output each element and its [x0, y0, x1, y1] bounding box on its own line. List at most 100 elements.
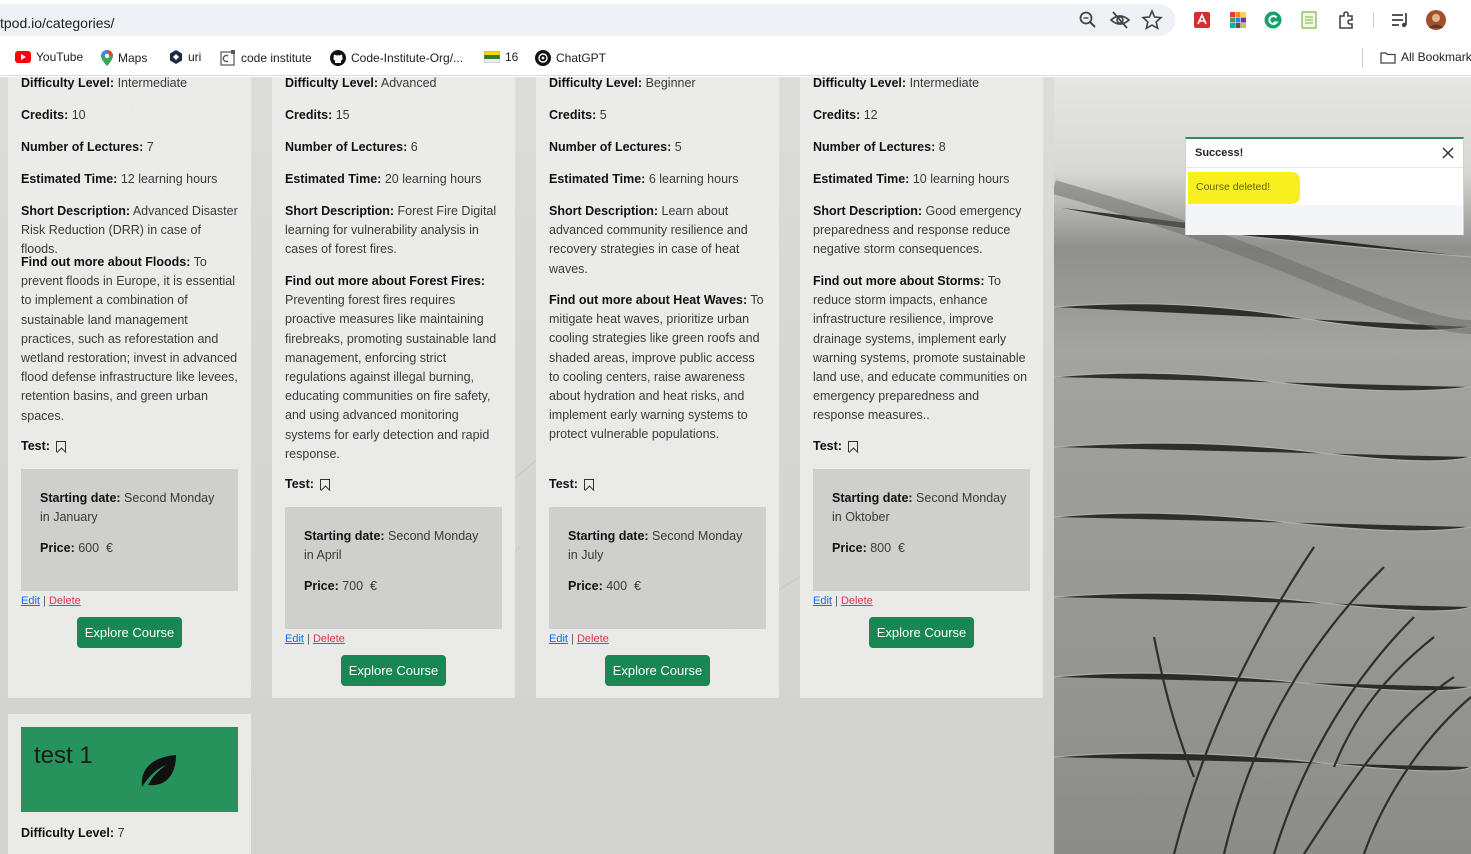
credits-row: Credits: 15 — [285, 108, 350, 122]
starting-date: Starting date: Second Monday in January — [40, 491, 215, 525]
sheet-extension-icon[interactable] — [1298, 9, 1320, 31]
uri-icon — [170, 50, 182, 64]
difficulty-row: Difficulty Level: 7 — [21, 826, 125, 840]
delete-link[interactable]: Delete — [577, 633, 609, 645]
test-row: Test: — [285, 477, 502, 491]
bookmark-icon[interactable] — [319, 478, 330, 490]
explore-course-button[interactable]: Explore Course — [869, 617, 974, 648]
edit-link[interactable]: Edit — [21, 595, 40, 607]
difficulty-row: Difficulty Level: Beginner — [549, 77, 696, 90]
course-card: Difficulty Level: Intermediate Credits: … — [800, 77, 1043, 698]
bookmark-icon[interactable] — [847, 440, 858, 452]
color-grid-extension-icon[interactable] — [1227, 9, 1249, 31]
difficulty-row: Difficulty Level: Intermediate — [21, 77, 188, 90]
edit-link[interactable]: Edit — [285, 633, 304, 645]
bookmark-github[interactable]: Code-Institute-Org/... — [330, 50, 463, 66]
explore-course-button[interactable]: Explore Course — [605, 655, 710, 686]
delete-link[interactable]: Delete — [49, 595, 81, 607]
edit-link[interactable]: Edit — [813, 595, 832, 607]
address-bar[interactable]: tpod.io/categories/ — [0, 4, 1175, 36]
credits-row: Credits: 5 — [549, 108, 607, 122]
difficulty-row: Difficulty Level: Intermediate — [813, 77, 980, 90]
youtube-icon — [15, 51, 31, 63]
profile-avatar-icon[interactable] — [1425, 9, 1447, 31]
test-row: Test: — [813, 439, 1030, 453]
bookmark-label: ChatGPT — [556, 51, 607, 65]
bookmark-label: code institute — [241, 51, 312, 65]
bookmark-youtube[interactable]: YouTube — [15, 50, 83, 64]
starting-date: Starting date: Second Monday in Oktober — [832, 491, 1007, 525]
short-description: Short Description: Advanced Disaster Ris… — [21, 204, 238, 257]
lectures-row: Number of Lectures: 5 — [549, 140, 682, 154]
browser-toolbar: tpod.io/categories/ — [0, 0, 1471, 40]
bookmark-uri[interactable]: uri — [169, 50, 201, 64]
extensions-puzzle-icon[interactable] — [1335, 9, 1357, 31]
credits-row: Credits: 10 — [21, 108, 86, 122]
short-description: Short Description: Learn about advanced … — [549, 204, 748, 276]
success-toast: Success! Course deleted! — [1185, 137, 1464, 235]
github-icon — [330, 50, 346, 66]
toast-highlight: Course deleted! — [1188, 172, 1300, 204]
toast-title: Success! — [1195, 147, 1244, 159]
lectures-row: Number of Lectures: 7 — [21, 140, 154, 154]
star-icon[interactable] — [1141, 9, 1163, 31]
bookmark-chatgpt[interactable]: ChatGPT — [535, 50, 606, 66]
short-description: Short Description: Good emergency prepar… — [813, 204, 1022, 257]
difficulty-row: Difficulty Level: Advanced — [285, 77, 437, 90]
course-card: Difficulty Level: Advanced Credits: 15 N… — [272, 77, 515, 698]
all-bookmarks-folder[interactable]: All Bookmarks — [1380, 50, 1471, 64]
price: Price: 800 € — [832, 541, 905, 556]
bookmark-maps[interactable]: Maps — [101, 50, 147, 66]
find-more-text: Find out more about Storms: To reduce st… — [813, 274, 1028, 423]
delete-link[interactable]: Delete — [841, 595, 873, 607]
price: Price: 600 € — [40, 541, 113, 556]
starting-date: Starting date: Second Monday in April — [304, 529, 479, 563]
bookmark-label: YouTube — [36, 50, 84, 64]
zoom-icon[interactable] — [1077, 9, 1099, 31]
eye-off-icon[interactable] — [1109, 9, 1131, 31]
delete-link[interactable]: Delete — [313, 633, 345, 645]
page-content: Difficulty Level: Intermediate Credits: … — [0, 77, 1471, 854]
pdf-extension-icon[interactable] — [1191, 9, 1213, 31]
bookmark-code-institute[interactable]: code institute — [220, 50, 312, 66]
admin-links: Edit | Delete — [549, 633, 609, 645]
lectures-row: Number of Lectures: 6 — [285, 140, 418, 154]
bookmark-16[interactable]: 16 — [484, 50, 518, 64]
code-institute-icon — [220, 50, 235, 66]
explore-course-button[interactable]: Explore Course — [77, 617, 182, 648]
bookmark-icon[interactable] — [55, 440, 66, 452]
time-row: Estimated Time: 6 learning hours — [549, 172, 739, 186]
find-more-text: Find out more about Forest Fires: Preven… — [285, 274, 497, 461]
time-row: Estimated Time: 12 learning hours — [21, 172, 218, 186]
explore-course-button[interactable]: Explore Course — [341, 655, 446, 686]
course-banner: test 1 — [21, 727, 238, 812]
grammarly-icon[interactable] — [1262, 9, 1284, 31]
bookmark-icon[interactable] — [583, 478, 594, 490]
bookmark-label: Code-Institute-Org/... — [351, 51, 464, 65]
course-info-box: Starting date: Second Monday in April Pr… — [285, 507, 502, 629]
price: Price: 700 € — [304, 579, 377, 594]
close-icon[interactable] — [1439, 144, 1457, 162]
course-info-box: Starting date: Second Monday in January … — [21, 469, 238, 591]
edit-link[interactable]: Edit — [549, 633, 568, 645]
folder-icon — [1380, 51, 1396, 64]
credits-row: Credits: 12 — [813, 108, 878, 122]
test-row: Test: — [21, 439, 238, 453]
media-queue-icon[interactable] — [1389, 9, 1411, 31]
toast-message: Course deleted! — [1196, 181, 1271, 193]
price: Price: 400 € — [568, 579, 641, 594]
short-description: Short Description: Forest Fire Digital l… — [285, 204, 497, 257]
time-row: Estimated Time: 10 learning hours — [813, 172, 1010, 186]
course-card: Difficulty Level: Intermediate Credits: … — [8, 77, 251, 698]
starting-date: Starting date: Second Monday in July — [568, 529, 743, 563]
all-bookmarks-label: All Bookmarks — [1401, 50, 1471, 64]
find-more-text: Find out more about Floods: To prevent f… — [21, 255, 238, 423]
url-text[interactable]: tpod.io/categories/ — [0, 15, 114, 31]
course-title: test 1 — [34, 742, 93, 769]
find-more-text: Find out more about Heat Waves: To mitig… — [549, 293, 764, 442]
time-row: Estimated Time: 20 learning hours — [285, 172, 482, 186]
chatgpt-icon — [535, 50, 551, 66]
flag-icon — [484, 51, 500, 63]
course-card: Difficulty Level: Beginner Credits: 5 Nu… — [536, 77, 779, 698]
toast-header: Success! — [1186, 139, 1463, 168]
